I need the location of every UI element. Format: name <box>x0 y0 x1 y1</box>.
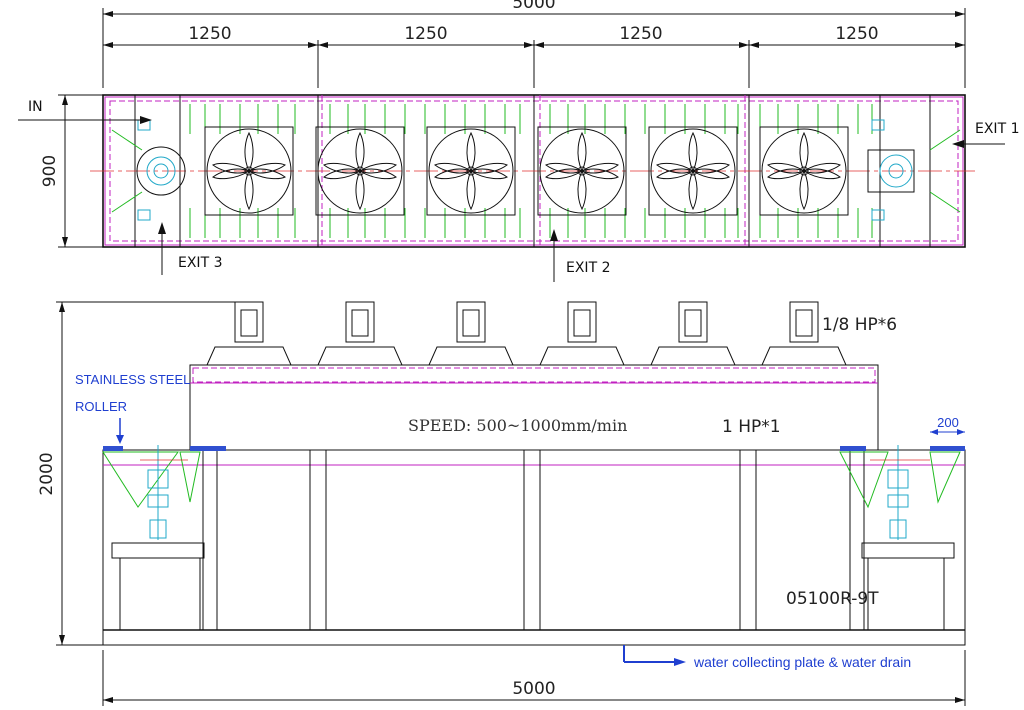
drain-callout: water collecting plate & water drain <box>623 645 911 670</box>
motor-4 <box>539 301 625 366</box>
upper-housing <box>189 364 879 451</box>
exit2-label: EXIT 2 <box>566 260 610 276</box>
exit1-label: EXIT 1 <box>975 121 1019 137</box>
roller-dimension: 200 <box>930 415 965 435</box>
exit2-marker: EXIT 2 <box>550 229 610 282</box>
machine-drawing: 5000 1250 1250 1250 1250 900 IN EXIT 1 E… <box>18 0 1019 706</box>
roller-callout: STAINLESS STEEL ROLLER <box>75 372 190 444</box>
motor-5 <box>650 301 736 366</box>
in-marker: IN <box>18 99 152 124</box>
right-drive-disc <box>867 119 915 221</box>
left-drive-disc <box>136 119 186 221</box>
top-height-dim-text: 900 <box>40 155 60 187</box>
fan-6 <box>759 126 849 216</box>
side-height-dim-text: 2000 <box>37 452 57 495</box>
side-overall-dim-text: 5000 <box>512 679 555 699</box>
roller-dim-text: 200 <box>937 415 959 430</box>
model-label: 05100R-9T <box>786 589 879 609</box>
drain-label: water collecting plate & water drain <box>693 654 911 670</box>
in-label: IN <box>28 99 43 115</box>
motor-label: 1/8 HP*6 <box>822 315 897 335</box>
motor-3 <box>428 301 514 366</box>
exit3-label: EXIT 3 <box>178 255 222 271</box>
speed-label: SPEED: 500~1000mm/min <box>408 416 627 435</box>
top-overall-dim-text: 5000 <box>512 0 555 13</box>
section-dim-4: 1250 <box>835 24 878 44</box>
top-view: 5000 1250 1250 1250 1250 900 IN EXIT 1 E… <box>18 0 1019 282</box>
lower-body <box>102 449 966 646</box>
side-height-dimension: 2000 <box>37 301 235 646</box>
side-view: 2000 1/8 HP*6 STAINLESS STEEL ROLLER SPE… <box>37 301 966 706</box>
top-section-dimensions: 1250 1250 1250 1250 <box>103 24 965 88</box>
top-frame <box>90 94 975 248</box>
roller-label-line2: ROLLER <box>75 399 127 414</box>
motor-1 <box>206 301 292 366</box>
motor-2 <box>317 301 403 366</box>
section-dim-3: 1250 <box>619 24 662 44</box>
left-end-assembly <box>102 445 226 631</box>
section-dim-1: 1250 <box>188 24 231 44</box>
roller-label-line1: STAINLESS STEEL <box>75 372 190 387</box>
exit1-marker: EXIT 1 <box>952 121 1019 148</box>
section-dim-2: 1250 <box>404 24 447 44</box>
drive-label: 1 HP*1 <box>722 417 781 437</box>
